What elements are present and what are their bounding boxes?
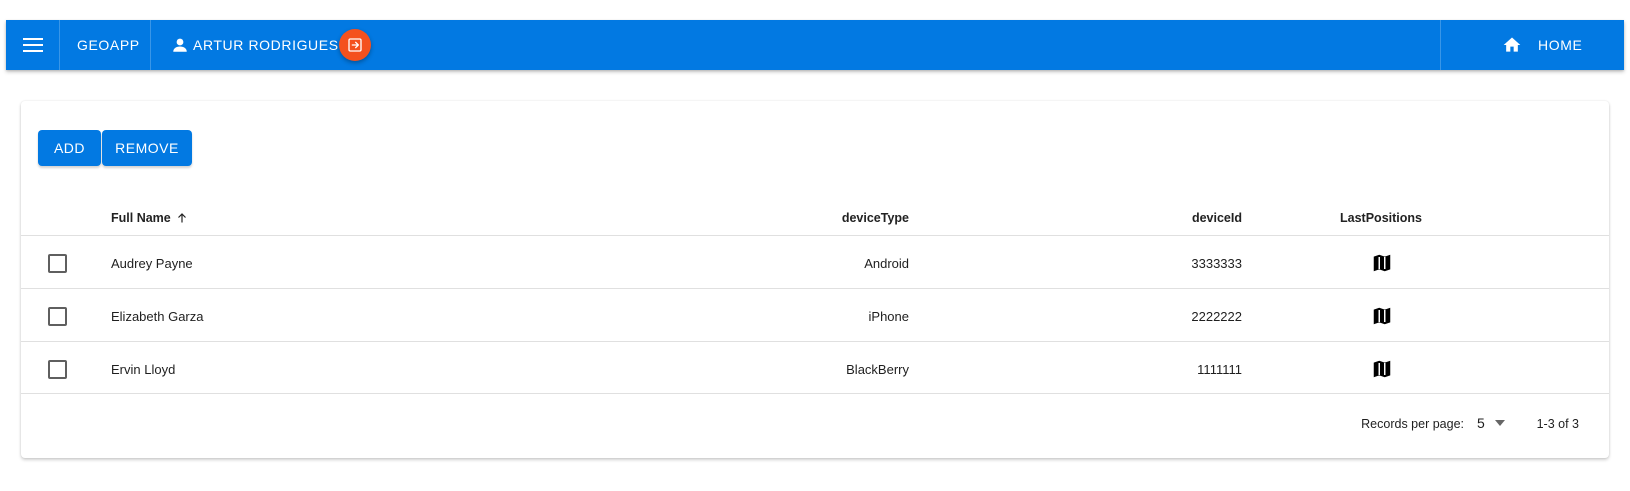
arrow-up-icon	[177, 213, 186, 223]
records-per-page-select[interactable]: 5	[1477, 415, 1505, 431]
divider	[21, 393, 1609, 394]
logout-button[interactable]	[339, 29, 371, 61]
toolbar-divider	[150, 20, 151, 70]
add-button[interactable]: ADD	[38, 130, 101, 166]
user-menu[interactable]: ARTUR RODRIGUES	[171, 20, 339, 70]
header-full-name-label: Full Name	[111, 211, 171, 225]
app-toolbar: GEOAPP ARTUR RODRIGUES HOME	[6, 20, 1624, 70]
cell-device-type: Android	[864, 256, 909, 271]
user-name: ARTUR RODRIGUES	[193, 37, 339, 53]
table-footer: Records per page: 5 1-3 of 3	[21, 409, 1609, 439]
cell-device-type: iPhone	[868, 309, 909, 324]
header-device-type[interactable]: deviceType	[842, 211, 909, 225]
map-icon[interactable]	[1371, 358, 1393, 380]
logout-icon	[348, 38, 362, 52]
table-row: Elizabeth Garza iPhone 2222222	[21, 289, 1609, 344]
page-range: 1-3 of 3	[1536, 417, 1579, 431]
cell-device-id: 2222222	[1191, 309, 1242, 324]
map-icon[interactable]	[1371, 252, 1393, 274]
cell-device-id: 1111111	[1197, 362, 1242, 377]
header-full-name[interactable]: Full Name	[111, 211, 188, 225]
menu-button[interactable]	[6, 20, 60, 70]
row-checkbox[interactable]	[48, 307, 67, 326]
remove-button[interactable]: REMOVE	[102, 130, 192, 166]
header-last-positions: LastPositions	[1340, 211, 1422, 225]
chevron-down-icon	[1494, 420, 1505, 426]
menu-icon	[23, 38, 43, 52]
table-row: Ervin Lloyd BlackBerry 1111111	[21, 342, 1609, 397]
home-icon	[1503, 37, 1521, 52]
app-brand: GEOAPP	[77, 37, 140, 53]
cell-device-type: BlackBerry	[846, 362, 909, 377]
records-per-page-label: Records per page:	[1361, 417, 1464, 431]
devices-card: ADD REMOVE Full Name deviceType deviceId…	[21, 101, 1609, 458]
row-checkbox[interactable]	[48, 360, 67, 379]
row-checkbox[interactable]	[48, 254, 67, 273]
toolbar-divider	[1440, 20, 1441, 70]
map-icon[interactable]	[1371, 305, 1393, 327]
cell-full-name: Ervin Lloyd	[111, 362, 176, 377]
home-label: HOME	[1538, 37, 1583, 53]
cell-full-name: Audrey Payne	[111, 256, 193, 271]
home-button[interactable]: HOME	[1502, 20, 1582, 70]
table-row: Audrey Payne Android 3333333	[21, 236, 1609, 291]
cell-full-name: Elizabeth Garza	[111, 309, 204, 324]
cell-device-id: 3333333	[1191, 256, 1242, 271]
records-per-page-value: 5	[1477, 415, 1485, 431]
person-icon	[173, 38, 187, 52]
header-device-id[interactable]: deviceId	[1192, 211, 1242, 225]
toolbar-divider	[59, 20, 60, 70]
